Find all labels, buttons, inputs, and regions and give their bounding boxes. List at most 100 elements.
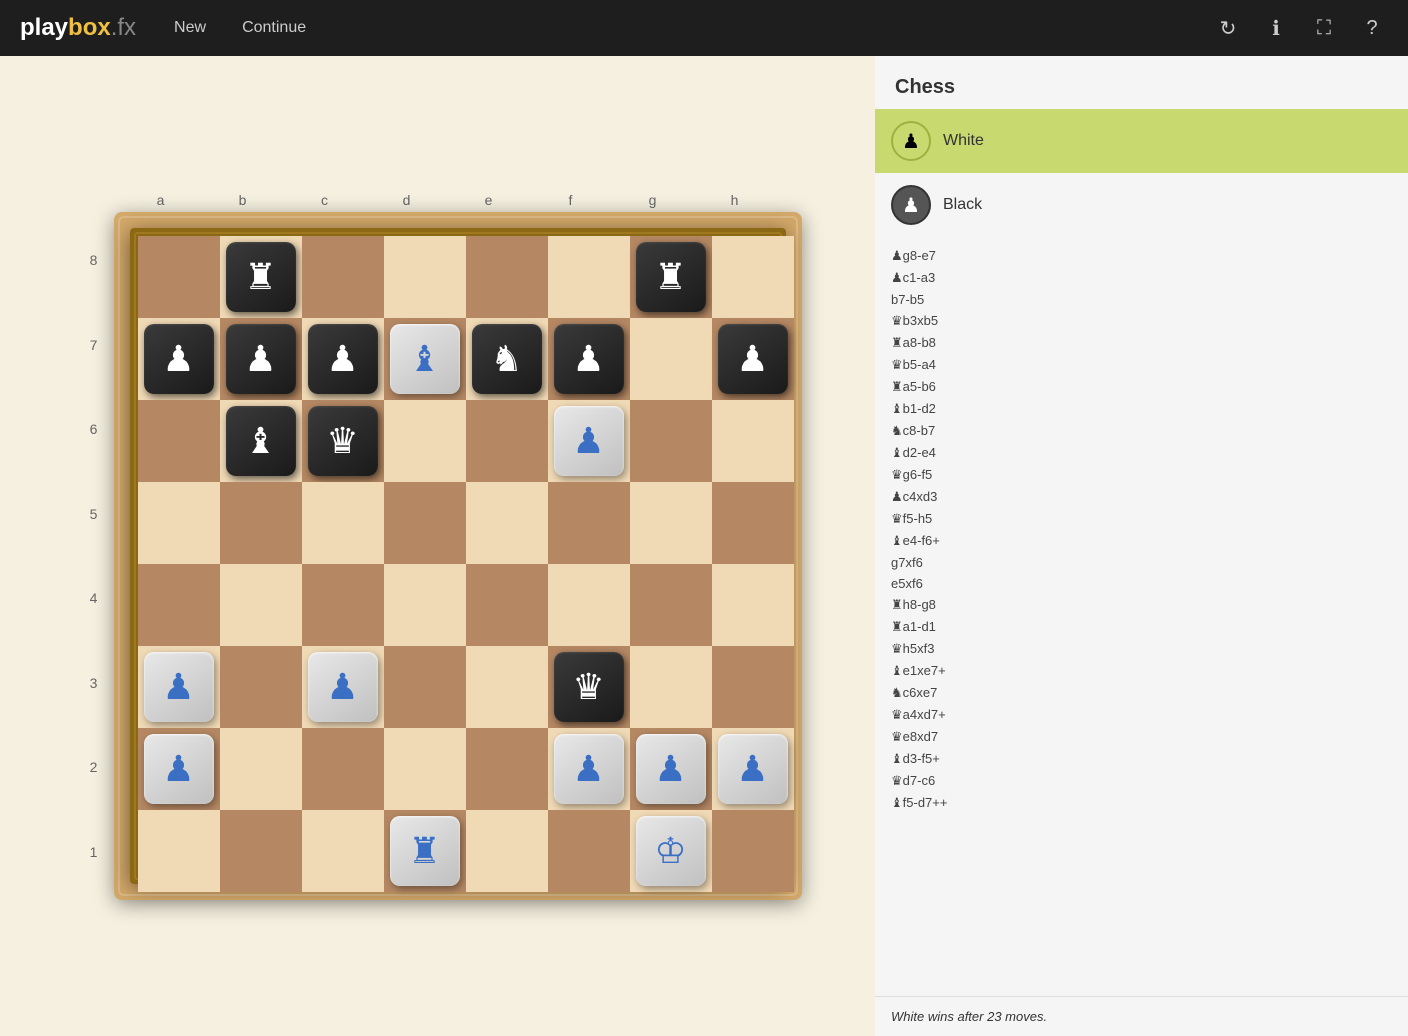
moves-list[interactable]: ♟g8-e7♟c1-a3b7-b5♛b3xb5♜a8-b8♛b5-a4♜a5-b… [875,237,1408,996]
square-c8[interactable] [302,236,384,318]
square-e3[interactable] [466,646,548,728]
info-icon[interactable]: ℹ [1260,12,1292,44]
square-g4[interactable] [630,564,712,646]
piece-e7-knight[interactable]: ♞ [472,324,542,394]
square-a3[interactable]: ♟ [138,646,220,728]
square-b2[interactable] [220,728,302,810]
square-c3[interactable]: ♟ [302,646,384,728]
square-d5[interactable] [384,482,466,564]
square-e4[interactable] [466,564,548,646]
square-g6[interactable] [630,400,712,482]
move-item: ♞c8-b7 [891,420,1392,442]
nav-continue[interactable]: Continue [234,15,314,41]
piece-h7-pawn[interactable]: ♟ [718,324,788,394]
piece-f3-king[interactable]: ♛ [554,652,624,722]
move-item: ♝e4-f6+ [891,530,1392,552]
square-b8[interactable]: ♜ [220,236,302,318]
chess-board[interactable]: ♜ ♜ ♟ ♟ ♟ ♝ ♞ ♟ [130,228,786,884]
player-white[interactable]: ♟ White [875,109,1408,173]
piece-a3-pawn[interactable]: ♟ [144,652,214,722]
square-b6[interactable]: ♝ [220,400,302,482]
square-g1[interactable]: ♔ [630,810,712,892]
square-a4[interactable] [138,564,220,646]
fullscreen-icon[interactable]: ⛶ [1308,12,1340,44]
square-f6[interactable]: ♟ [548,400,630,482]
square-c5[interactable] [302,482,384,564]
piece-d1-rook[interactable]: ♜ [390,816,460,886]
player-black[interactable]: ♟ Black [875,173,1408,237]
square-c1[interactable] [302,810,384,892]
square-h3[interactable] [712,646,794,728]
piece-g2-pawn[interactable]: ♟ [636,734,706,804]
square-a5[interactable] [138,482,220,564]
piece-b6-bishop[interactable]: ♝ [226,406,296,476]
move-item: ♜h8-g8 [891,594,1392,616]
square-g7[interactable] [630,318,712,400]
refresh-icon[interactable]: ↻ [1212,12,1244,44]
square-g8[interactable]: ♜ [630,236,712,318]
piece-d7-bishop[interactable]: ♝ [390,324,460,394]
piece-b7-pawn[interactable]: ♟ [226,324,296,394]
square-d3[interactable] [384,646,466,728]
square-f3[interactable]: ♛ [548,646,630,728]
square-h6[interactable] [712,400,794,482]
square-c2[interactable] [302,728,384,810]
piece-f2-pawn[interactable]: ♟ [554,734,624,804]
square-f1[interactable] [548,810,630,892]
piece-a7-pawn[interactable]: ♟ [144,324,214,394]
square-d4[interactable] [384,564,466,646]
square-h7[interactable]: ♟ [712,318,794,400]
square-d8[interactable] [384,236,466,318]
square-e8[interactable] [466,236,548,318]
square-a8[interactable] [138,236,220,318]
square-g5[interactable] [630,482,712,564]
square-a1[interactable] [138,810,220,892]
nav-new[interactable]: New [166,15,214,41]
square-b7[interactable]: ♟ [220,318,302,400]
square-c6[interactable]: ♛ [302,400,384,482]
square-d2[interactable] [384,728,466,810]
square-e2[interactable] [466,728,548,810]
piece-c6-queen[interactable]: ♛ [308,406,378,476]
square-a2[interactable]: ♟ [138,728,220,810]
square-b3[interactable] [220,646,302,728]
square-b4[interactable] [220,564,302,646]
square-e7[interactable]: ♞ [466,318,548,400]
square-f5[interactable] [548,482,630,564]
piece-a2-pawn[interactable]: ♟ [144,734,214,804]
square-d6[interactable] [384,400,466,482]
square-f4[interactable] [548,564,630,646]
square-d7[interactable]: ♝ [384,318,466,400]
square-h2[interactable]: ♟ [712,728,794,810]
square-g3[interactable] [630,646,712,728]
square-f2[interactable]: ♟ [548,728,630,810]
square-h8[interactable] [712,236,794,318]
square-c7[interactable]: ♟ [302,318,384,400]
piece-f7-pawn[interactable]: ♟ [554,324,624,394]
help-icon[interactable]: ? [1356,12,1388,44]
square-g2[interactable]: ♟ [630,728,712,810]
square-d1[interactable]: ♜ [384,810,466,892]
square-f8[interactable] [548,236,630,318]
square-b5[interactable] [220,482,302,564]
square-h4[interactable] [712,564,794,646]
piece-c3-pawn[interactable]: ♟ [308,652,378,722]
square-f7[interactable]: ♟ [548,318,630,400]
square-h1[interactable] [712,810,794,892]
square-e6[interactable] [466,400,548,482]
piece-g1-king[interactable]: ♔ [636,816,706,886]
piece-f6-pawn[interactable]: ♟ [554,406,624,476]
square-e1[interactable] [466,810,548,892]
square-a7[interactable]: ♟ [138,318,220,400]
move-item: ♛b3xb5 [891,310,1392,332]
square-c4[interactable] [302,564,384,646]
piece-b8-rook[interactable]: ♜ [226,242,296,312]
square-a6[interactable] [138,400,220,482]
square-e5[interactable] [466,482,548,564]
piece-g8-rook[interactable]: ♜ [636,242,706,312]
file-h: h [694,192,776,208]
piece-c7-pawn[interactable]: ♟ [308,324,378,394]
piece-h2-pawn[interactable]: ♟ [718,734,788,804]
square-b1[interactable] [220,810,302,892]
square-h5[interactable] [712,482,794,564]
